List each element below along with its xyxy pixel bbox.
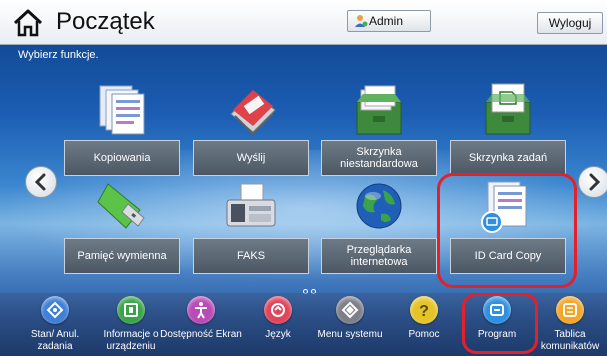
bottom-label: Pomoc (408, 329, 440, 340)
chevron-left-icon (34, 173, 46, 191)
bottom-label: Tablica komunikatów (540, 329, 600, 352)
tile-label: Skrzynka niestandardowa (321, 140, 437, 176)
page-title: Początek (56, 8, 155, 35)
system-menu-button[interactable]: Menu systemu (317, 293, 383, 356)
tile-label: Pamięć wymienna (64, 238, 180, 274)
system-menu-icon (336, 296, 364, 324)
tile-label: Kopiowania (64, 140, 180, 176)
header-bar: Początek Admin Wyloguj (0, 0, 607, 45)
custom-box-folder-icon (351, 80, 407, 138)
id-card-copy-highlight (437, 173, 577, 288)
tile-label: Wyślij (193, 140, 309, 176)
previous-page-button[interactable] (25, 166, 57, 198)
message-board-icon (556, 296, 584, 324)
status-icon (41, 296, 69, 324)
help-button[interactable]: ? Pomoc (396, 293, 452, 356)
help-icon: ? (410, 296, 438, 324)
tile-label: Skrzynka zadań (450, 140, 566, 176)
language-icon (264, 296, 292, 324)
home-icon[interactable] (12, 8, 44, 38)
program-highlight (462, 293, 538, 354)
tile-przegladarka-internetowa[interactable]: Przeglądarka internetowa (321, 178, 437, 286)
accessibility-screen-button[interactable]: Dostępność Ekran (160, 293, 242, 356)
language-button[interactable]: Język (250, 293, 306, 356)
bottom-label: Dostępność Ekran (160, 329, 242, 340)
chevron-right-icon (589, 173, 601, 191)
tile-faks[interactable]: FAKS (193, 178, 309, 286)
svg-text:?: ? (419, 303, 429, 319)
status-job-cancel-button[interactable]: Stan/ Anul. zadania (27, 293, 83, 356)
instruction-text: Wybierz funkcje. (18, 49, 99, 61)
user-icon (354, 14, 368, 28)
device-info-icon (117, 296, 145, 324)
tile-label: FAKS (193, 238, 309, 274)
home-screen: Początek Admin Wyloguj Wybierz funkcje. (0, 0, 607, 356)
tile-kopiowania[interactable]: Kopiowania (64, 80, 180, 188)
tile-wyslij[interactable]: Wyślij (193, 80, 309, 188)
tile-skrzynka-niestandardowa[interactable]: Skrzynka niestandardowa (321, 80, 437, 188)
fax-machine-icon (223, 178, 279, 236)
logout-button[interactable]: Wyloguj (537, 12, 603, 34)
device-info-button[interactable]: Informacje o urządzeniu (103, 293, 159, 356)
tile-label: Przeglądarka internetowa (321, 238, 437, 274)
tile-skrzynka-zadan[interactable]: Skrzynka zadań (450, 80, 566, 188)
admin-button[interactable]: Admin (347, 10, 431, 32)
job-box-folder-icon (480, 80, 536, 138)
tile-pamiec-wymienna[interactable]: Pamięć wymienna (64, 178, 180, 286)
admin-label: Admin (369, 14, 404, 28)
message-board-button[interactable]: Tablica komunikatów (541, 293, 599, 356)
accessibility-icon (187, 296, 215, 324)
bottom-label: Menu systemu (317, 329, 383, 340)
bottom-label: Stan/ Anul. zadania (30, 329, 80, 352)
copy-documents-icon (94, 80, 150, 138)
globe-icon (351, 178, 407, 236)
usb-drive-icon (94, 178, 150, 236)
send-icon (223, 80, 279, 138)
next-page-button[interactable] (578, 166, 607, 198)
